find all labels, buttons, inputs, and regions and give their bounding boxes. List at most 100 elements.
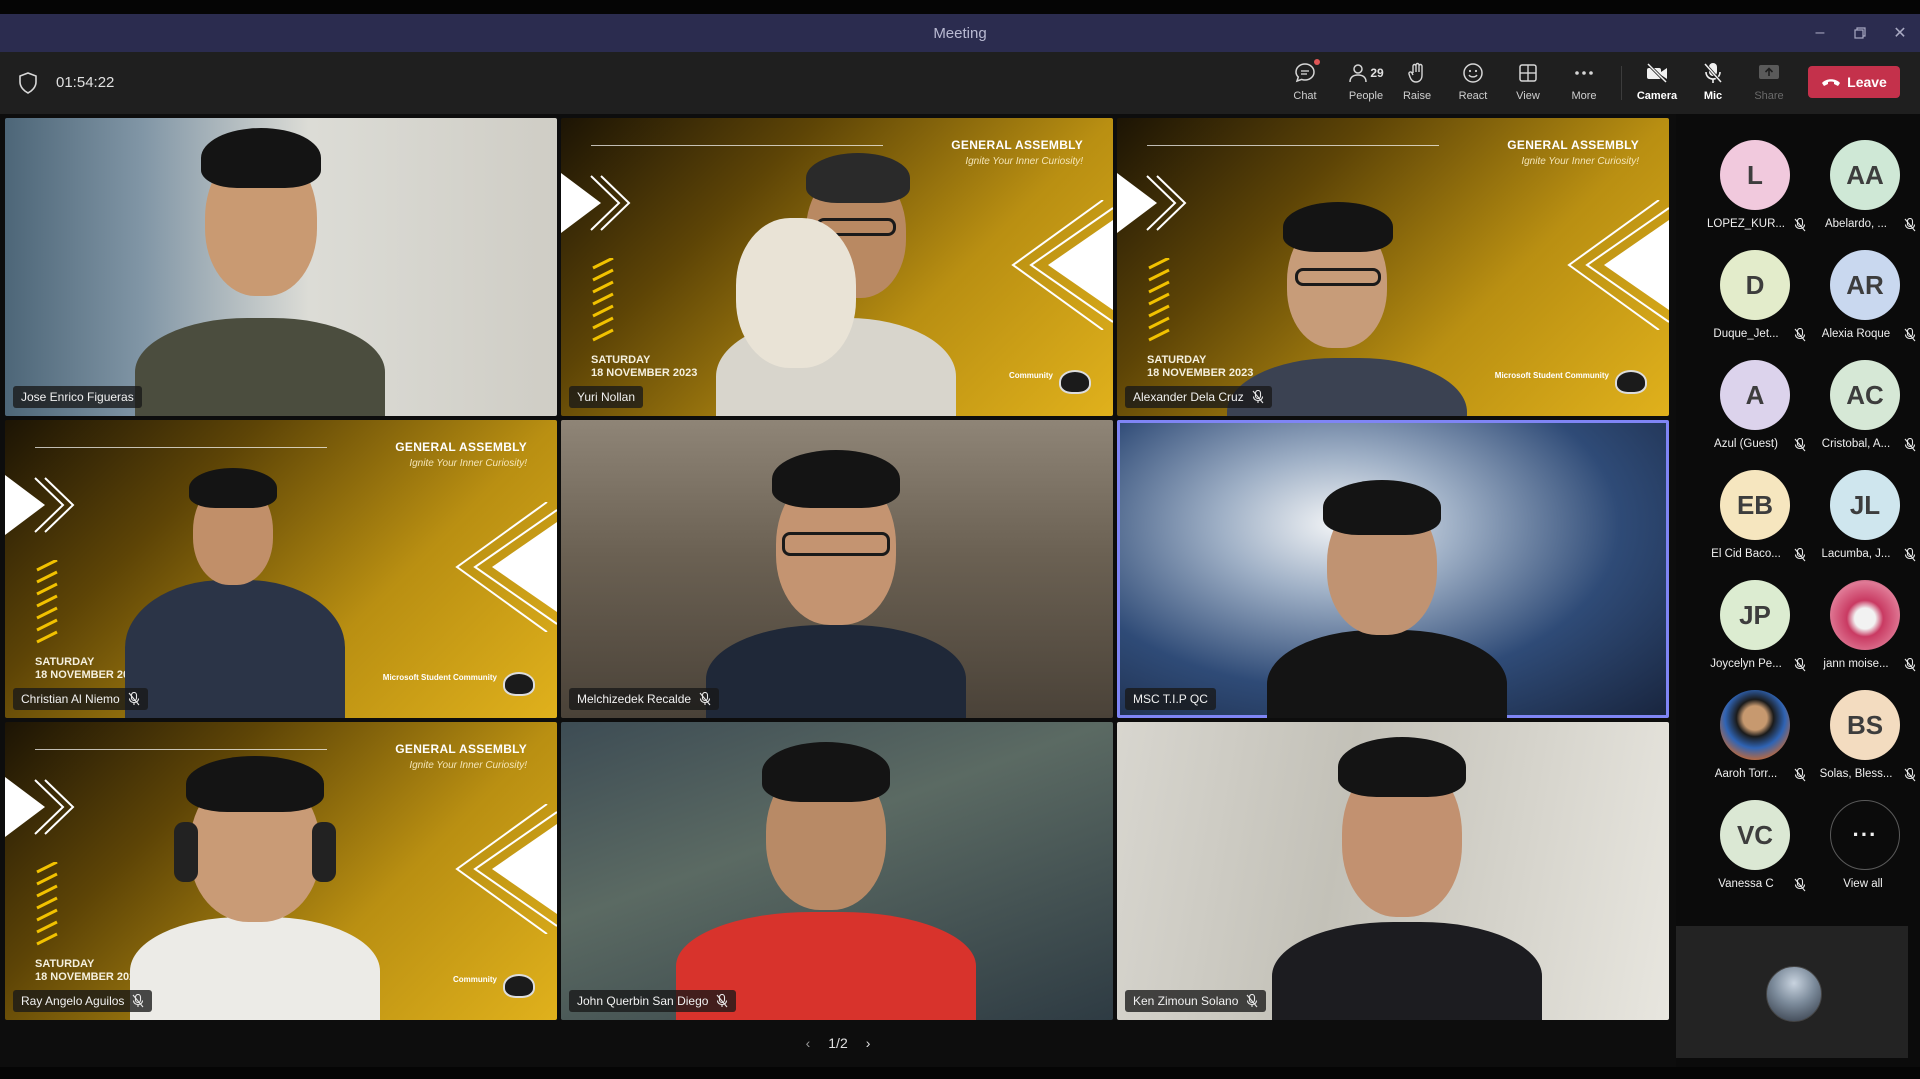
participant-name: Yuri Nollan: [577, 390, 636, 404]
view-button[interactable]: View: [1503, 58, 1553, 108]
avatar: AR: [1830, 250, 1900, 320]
chat-button[interactable]: Chat: [1280, 58, 1330, 108]
participant-name: Christian Al Niemo: [21, 692, 120, 706]
rail-participant[interactable]: VC Vanessa C: [1698, 800, 1808, 910]
mic-muted-icon: [1794, 218, 1806, 232]
mic-muted-icon: [128, 692, 140, 706]
avatar-photo: [1720, 690, 1790, 760]
org-logo: [503, 672, 535, 696]
gallery-pager: ‹ 1/2 ›: [788, 1031, 888, 1055]
video-tile[interactable]: Ken Zimoun Solano: [1117, 722, 1669, 1020]
page-indicator: 1/2: [828, 1035, 848, 1051]
video-tile-active-speaker[interactable]: MSC T.I.P QC: [1117, 420, 1669, 718]
stripes-graphic: [1148, 258, 1170, 342]
more-label: More: [1571, 90, 1597, 102]
banner-subtitle: Ignite Your Inner Curiosity!: [409, 458, 527, 469]
rail-participant[interactable]: jann moise...: [1808, 580, 1918, 690]
banner-title: GENERAL ASSEMBLY: [951, 138, 1083, 152]
chevron-graphic: [455, 804, 557, 934]
phone-hangup-icon: [1822, 79, 1841, 86]
stripes-graphic: [592, 258, 614, 342]
video-tile[interactable]: GENERAL ASSEMBLY Ignite Your Inner Curio…: [5, 722, 557, 1020]
play-arrow-graphic: [5, 777, 75, 837]
ellipsis-icon: ···: [1830, 800, 1900, 870]
camera-toggle[interactable]: Camera: [1632, 58, 1682, 108]
share-button[interactable]: Share: [1744, 58, 1794, 108]
avatar: D: [1720, 250, 1790, 320]
layout-grid-icon: [1515, 60, 1541, 86]
participant-name-tag: Yuri Nollan: [569, 386, 644, 408]
share-label: Share: [1754, 90, 1784, 102]
rail-participant[interactable]: JP Joycelyn Pe...: [1698, 580, 1808, 690]
avatar: L: [1720, 140, 1790, 210]
participant-name-tag: Alexander Dela Cruz: [1125, 386, 1272, 408]
rail-participant[interactable]: D Duque_Jet...: [1698, 250, 1808, 360]
participant-name-tag: MSC T.I.P QC: [1125, 688, 1216, 710]
rail-participant[interactable]: L LOPEZ_KUR...: [1698, 140, 1808, 250]
participant-name: Melchizedek Recalde: [577, 692, 692, 706]
participant-name-tag: John Querbin San Diego: [569, 990, 737, 1012]
rail-participant[interactable]: A Azul (Guest): [1698, 360, 1808, 470]
video-tile[interactable]: GENERAL ASSEMBLY Ignite Your Inner Curio…: [1117, 118, 1669, 416]
rail-participant[interactable]: BS Solas, Bless...: [1808, 690, 1918, 800]
mic-label: Mic: [1703, 90, 1723, 102]
mic-muted-icon: [1904, 768, 1916, 782]
stripes-graphic: [36, 560, 58, 644]
banner-title: GENERAL ASSEMBLY: [395, 440, 527, 454]
chevron-graphic: [1011, 200, 1113, 330]
avatar: AA: [1830, 140, 1900, 210]
meeting-timer: 01:54:22: [56, 74, 115, 91]
people-button[interactable]: 29 People: [1336, 58, 1396, 108]
participant-name: Ray Angelo Aguilos: [21, 994, 125, 1008]
rail-participant[interactable]: AA Abelardo, ...: [1808, 140, 1918, 250]
rail-participant[interactable]: EB El Cid Baco...: [1698, 470, 1808, 580]
leave-button[interactable]: Leave: [1808, 66, 1900, 98]
banner-org: Microsoft Student Community: [382, 673, 497, 682]
banner-org: Community: [453, 975, 497, 984]
screen-top-edge: [0, 0, 1920, 14]
video-tile[interactable]: John Querbin San Diego: [561, 722, 1113, 1020]
minimize-icon[interactable]: –: [1800, 14, 1840, 52]
rail-participant-name: Lacumba, J...: [1821, 548, 1891, 560]
mic-muted-icon: [1246, 994, 1258, 1008]
react-button[interactable]: React: [1448, 58, 1498, 108]
avatar: JL: [1830, 470, 1900, 540]
rail-participant[interactable]: Aaroh Torr...: [1698, 690, 1808, 800]
video-tile[interactable]: Jose Enrico Figueras: [5, 118, 557, 416]
video-tile[interactable]: GENERAL ASSEMBLY Ignite Your Inner Curio…: [561, 118, 1113, 416]
mic-toggle[interactable]: Mic: [1688, 58, 1738, 108]
ellipsis-icon: [1571, 60, 1597, 86]
view-all-button[interactable]: ··· View all: [1808, 800, 1918, 910]
rail-participant[interactable]: AC Cristobal, A...: [1808, 360, 1918, 470]
play-arrow-graphic: [561, 173, 631, 233]
chevron-left-icon[interactable]: ‹: [806, 1035, 811, 1051]
mic-off-icon: [1700, 60, 1726, 86]
raise-hand-button[interactable]: Raise: [1392, 58, 1442, 108]
avatar: EB: [1720, 470, 1790, 540]
video-tile[interactable]: Melchizedek Recalde: [561, 420, 1113, 718]
toolbar-divider: [1621, 66, 1622, 100]
participant-name-tag: Ray Angelo Aguilos: [13, 990, 153, 1012]
mic-muted-icon: [1794, 328, 1806, 342]
close-icon[interactable]: ✕: [1880, 14, 1920, 52]
chat-icon: [1292, 59, 1320, 86]
view-all-label: View all: [1843, 878, 1883, 890]
participant-name-tag: Melchizedek Recalde: [569, 688, 720, 710]
share-screen-icon: [1756, 60, 1782, 86]
rail-participant[interactable]: JL Lacumba, J...: [1808, 470, 1918, 580]
screen-bottom-edge: [0, 1067, 1920, 1079]
rail-participant[interactable]: AR Alexia Roque: [1808, 250, 1918, 360]
self-view[interactable]: [1676, 926, 1908, 1058]
avatar: A: [1720, 360, 1790, 430]
banner-org: Community: [1009, 371, 1053, 380]
more-button[interactable]: More: [1559, 58, 1609, 108]
raise-label: Raise: [1402, 90, 1432, 102]
restore-icon[interactable]: [1840, 14, 1880, 52]
unread-dot: [1314, 59, 1320, 65]
mic-muted-icon: [1794, 658, 1806, 672]
rail-participant-name: Alexia Roque: [1821, 328, 1891, 340]
org-logo: [503, 974, 535, 998]
video-tile[interactable]: GENERAL ASSEMBLY Ignite Your Inner Curio…: [5, 420, 557, 718]
window-title: Meeting: [933, 24, 987, 42]
chevron-right-icon[interactable]: ›: [866, 1035, 871, 1051]
